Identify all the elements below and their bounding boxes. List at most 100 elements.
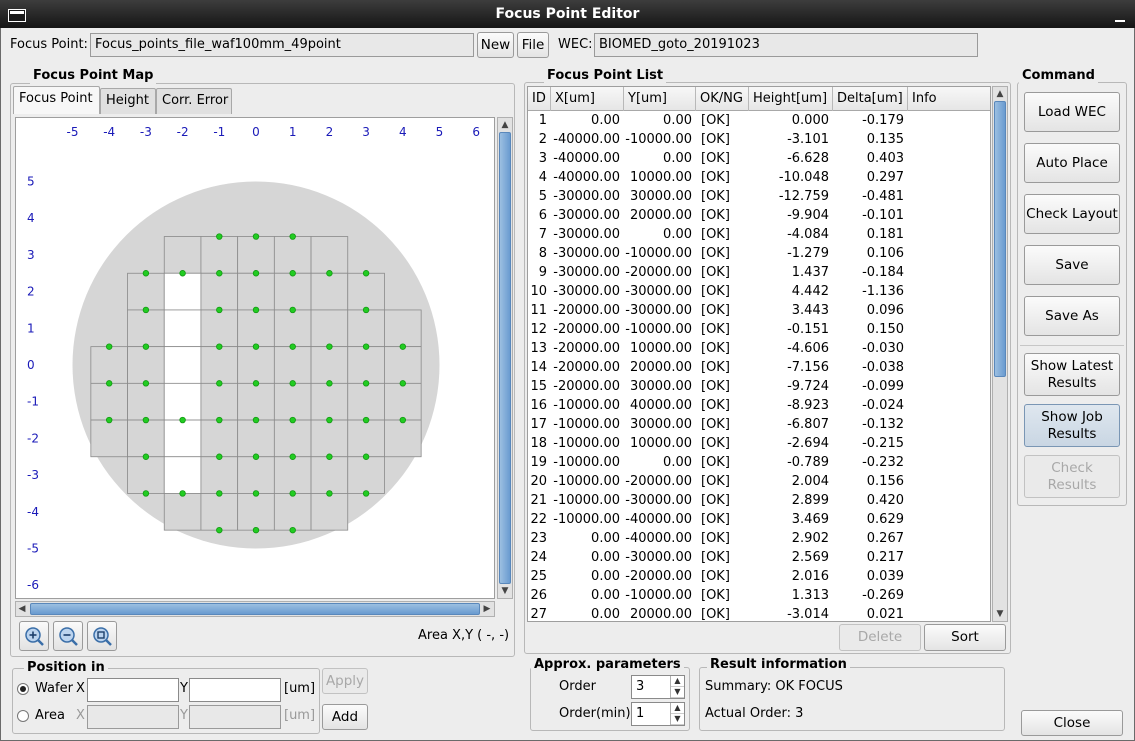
cell-x: 0.00 (591, 531, 620, 546)
column-header-x[interactable]: X[um] (551, 87, 624, 111)
table-row[interactable]: 15 -20000.00 30000.00 [OK] -9.724 -0.099 (528, 377, 990, 396)
check-results-button[interactable]: Check Results (1024, 455, 1120, 498)
map-vertical-scrollbar[interactable]: ▲ ▼ (497, 117, 513, 599)
table-row[interactable]: 22 -10000.00 -40000.00 [OK] 3.469 0.629 (528, 510, 990, 529)
cell-height: -0.151 (787, 322, 829, 337)
table-scroll-down-icon[interactable]: ▼ (995, 609, 1005, 619)
order-up-icon[interactable]: ▲ (671, 676, 684, 687)
x-tick-label: 3 (362, 125, 370, 139)
table-row[interactable]: 18 -10000.00 10000.00 [OK] -2.694 -0.215 (528, 434, 990, 453)
scroll-left-icon[interactable]: ◀ (17, 604, 27, 614)
table-row[interactable]: 19 -10000.00 0.00 [OK] -0.789 -0.232 (528, 453, 990, 472)
order-down-icon[interactable]: ▼ (671, 687, 684, 698)
new-button[interactable]: New (477, 32, 514, 58)
table-row[interactable]: 16 -10000.00 40000.00 [OK] -8.923 -0.024 (528, 396, 990, 415)
cell-info (908, 358, 990, 377)
close-button[interactable]: Close (1021, 710, 1123, 736)
map-horizontal-scrollbar[interactable]: ◀ ▶ (15, 601, 495, 617)
tab-corr-error[interactable]: Corr. Error (156, 88, 232, 114)
window-menu-icon[interactable] (8, 9, 26, 22)
area-x-input[interactable] (87, 705, 179, 729)
table-row[interactable]: 26 0.00 -10000.00 [OK] 1.313 -0.269 (528, 586, 990, 605)
column-header-ok-ng[interactable]: OK/NG (696, 87, 749, 111)
wec-field[interactable]: BIOMED_goto_20191023 (594, 33, 978, 57)
tab-height[interactable]: Height (100, 88, 156, 114)
order-min-value[interactable]: 1 (632, 703, 670, 725)
table-row[interactable]: 1 0.00 0.00 [OK] 0.000 -0.179 (528, 111, 990, 130)
wafer-y-input[interactable] (189, 678, 281, 702)
order-min-down-icon[interactable]: ▼ (671, 714, 684, 725)
order-min-up-icon[interactable]: ▲ (671, 703, 684, 714)
table-scroll-up-icon[interactable]: ▲ (995, 89, 1005, 99)
scroll-down-icon[interactable]: ▼ (500, 586, 510, 596)
result-actual-order: Actual Order: 3 (705, 706, 804, 721)
column-header-id[interactable]: ID (528, 87, 551, 111)
table-row[interactable]: 10 -30000.00 -30000.00 [OK] 4.442 -1.136 (528, 282, 990, 301)
table-row[interactable]: 9 -30000.00 -20000.00 [OK] 1.437 -0.184 (528, 263, 990, 282)
area-y-input[interactable] (189, 705, 281, 729)
save-button[interactable]: Save (1024, 245, 1120, 285)
table-row[interactable]: 12 -20000.00 -10000.00 [OK] -0.151 0.150 (528, 320, 990, 339)
column-header-height[interactable]: Height[um] (749, 87, 833, 111)
focus-point-map[interactable]: -5 -4 -3 -2 -1 0 1 2 3 4 5 6 5 4 3 2 1 0 -1 -2 -3 -4 -5 -6 (15, 117, 495, 599)
load-wec-button[interactable]: Load WEC (1024, 92, 1120, 132)
scroll-right-icon[interactable]: ▶ (482, 604, 492, 614)
auto-place-button[interactable]: Auto Place (1024, 143, 1120, 183)
tab-focus-point[interactable]: Focus Point (13, 86, 100, 114)
table-row[interactable]: 23 0.00 -40000.00 [OK] 2.902 0.267 (528, 529, 990, 548)
order-spinbox[interactable]: 3 ▲ ▼ (631, 675, 685, 699)
order-value[interactable]: 3 (632, 676, 670, 698)
add-button[interactable]: Add (322, 704, 368, 730)
delete-button[interactable]: Delete (839, 624, 921, 651)
map-horizontal-scroll-thumb[interactable] (30, 603, 480, 615)
apply-button[interactable]: Apply (322, 668, 368, 694)
y-tick-label: 2 (27, 285, 35, 299)
cell-delta: -0.481 (862, 189, 904, 204)
table-row[interactable]: 3 -40000.00 0.00 [OK] -6.628 0.403 (528, 149, 990, 168)
wafer-x-input[interactable] (87, 678, 179, 702)
wafer-radio[interactable] (17, 683, 29, 695)
column-header-delta[interactable]: Delta[um] (833, 87, 908, 111)
table-row[interactable]: 7 -30000.00 0.00 [OK] -4.084 0.181 (528, 225, 990, 244)
check-layout-button[interactable]: Check Layout (1024, 194, 1120, 234)
save-as-button[interactable]: Save As (1024, 296, 1120, 336)
map-vertical-scroll-thumb[interactable] (499, 132, 511, 584)
area-radio[interactable] (17, 710, 29, 722)
table-row[interactable]: 14 -20000.00 20000.00 [OK] -7.156 -0.038 (528, 358, 990, 377)
focus-point-table[interactable]: ID X[um] Y[um] OK/NG Height[um] Delta[um… (527, 86, 991, 622)
table-row[interactable]: 17 -10000.00 30000.00 [OK] -6.807 -0.132 (528, 415, 990, 434)
die-cell (163, 419, 202, 458)
column-header-y[interactable]: Y[um] (624, 87, 696, 111)
cell-x: -20000.00 (553, 360, 620, 375)
column-header-info[interactable]: Info (908, 87, 990, 111)
file-button[interactable]: File (517, 32, 549, 58)
table-row[interactable]: 20 -10000.00 -20000.00 [OK] 2.004 0.156 (528, 472, 990, 491)
table-row[interactable]: 21 -10000.00 -30000.00 [OK] 2.899 0.420 (528, 491, 990, 510)
order-min-spinbox[interactable]: 1 ▲ ▼ (631, 702, 685, 726)
table-row[interactable]: 27 0.00 20000.00 [OK] -3.014 0.021 (528, 605, 990, 621)
table-row[interactable]: 13 -20000.00 10000.00 [OK] -4.606 -0.030 (528, 339, 990, 358)
show-latest-results-button[interactable]: Show Latest Results (1024, 353, 1120, 396)
wafer-map-canvas[interactable]: -5 -4 -3 -2 -1 0 1 2 3 4 5 6 5 4 3 2 1 0 -1 -2 -3 -4 -5 -6 (16, 118, 495, 599)
sort-button[interactable]: Sort (924, 624, 1006, 651)
cell-x: -10000.00 (553, 493, 620, 508)
table-row[interactable]: 24 0.00 -30000.00 [OK] 2.569 0.217 (528, 548, 990, 567)
zoom-in-button[interactable] (19, 621, 49, 651)
show-job-results-button[interactable]: Show Job Results (1024, 404, 1120, 447)
table-row[interactable]: 25 0.00 -20000.00 [OK] 2.016 0.039 (528, 567, 990, 586)
table-vertical-scroll-thumb[interactable] (994, 101, 1006, 377)
focus-point-marker (179, 490, 186, 497)
zoom-out-button[interactable] (53, 621, 83, 651)
table-row[interactable]: 11 -20000.00 -30000.00 [OK] 3.443 0.096 (528, 301, 990, 320)
minimize-icon[interactable] (1115, 8, 1125, 22)
table-vertical-scrollbar[interactable]: ▲ ▼ (992, 86, 1008, 622)
table-row[interactable]: 6 -30000.00 20000.00 [OK] -9.904 -0.101 (528, 206, 990, 225)
table-row[interactable]: 4 -40000.00 10000.00 [OK] -10.048 0.297 (528, 168, 990, 187)
cell-ok-ng: [OK] (701, 322, 730, 337)
focus-point-file-field[interactable]: Focus_points_file_waf100mm_49point (90, 33, 474, 57)
table-row[interactable]: 8 -30000.00 -10000.00 [OK] -1.279 0.106 (528, 244, 990, 263)
scroll-up-icon[interactable]: ▲ (500, 120, 510, 130)
table-row[interactable]: 5 -30000.00 30000.00 [OK] -12.759 -0.481 (528, 187, 990, 206)
table-row[interactable]: 2 -40000.00 -10000.00 [OK] -3.101 0.135 (528, 130, 990, 149)
zoom-fit-button[interactable] (87, 621, 117, 651)
